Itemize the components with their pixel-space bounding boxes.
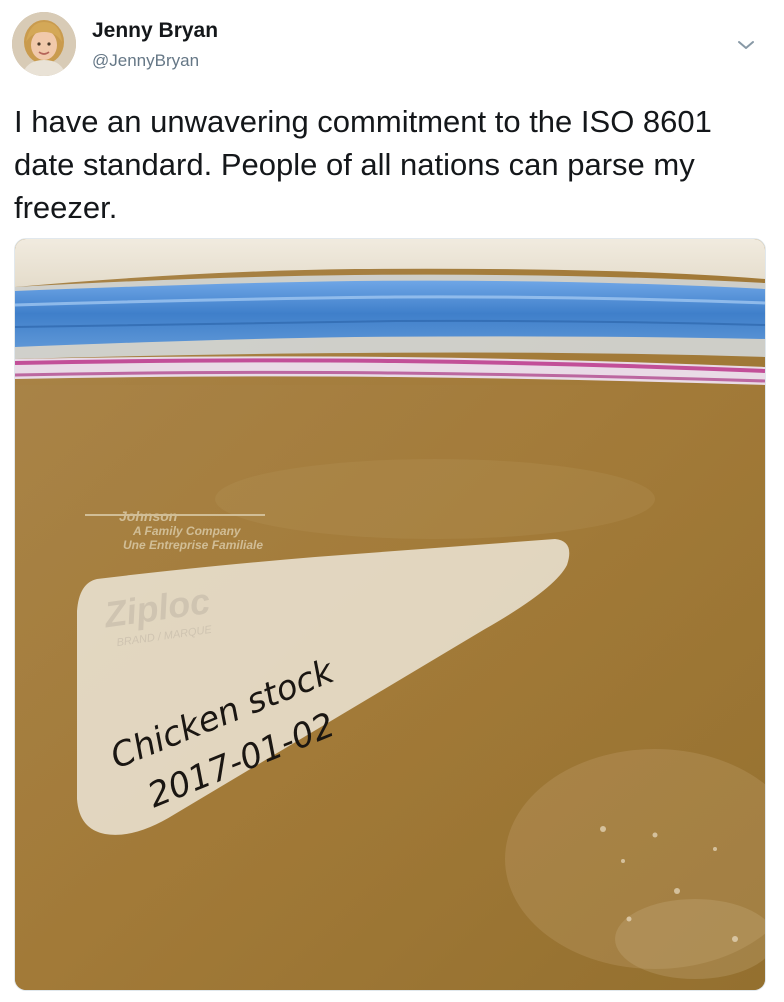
svg-text:A Family Company: A Family Company (132, 524, 242, 538)
author-handle[interactable]: @JennyBryan (92, 51, 199, 71)
author-name[interactable]: Jenny Bryan (92, 19, 218, 43)
avatar[interactable] (12, 12, 76, 76)
tweet-header: Jenny Bryan @JennyBryan (0, 0, 784, 90)
tweet-text: I have an unwavering commitment to the I… (14, 104, 712, 225)
tweet-photo[interactable]: Johnson A Family Company Une Entreprise … (14, 238, 766, 991)
freezer-bag-photo: Johnson A Family Company Une Entreprise … (15, 239, 765, 990)
chevron-down-icon[interactable] (735, 37, 757, 53)
svg-text:Johnson: Johnson (119, 508, 177, 524)
svg-text:Une Entreprise Familiale: Une Entreprise Familiale (123, 538, 263, 552)
avatar-photo-icon (12, 12, 76, 76)
